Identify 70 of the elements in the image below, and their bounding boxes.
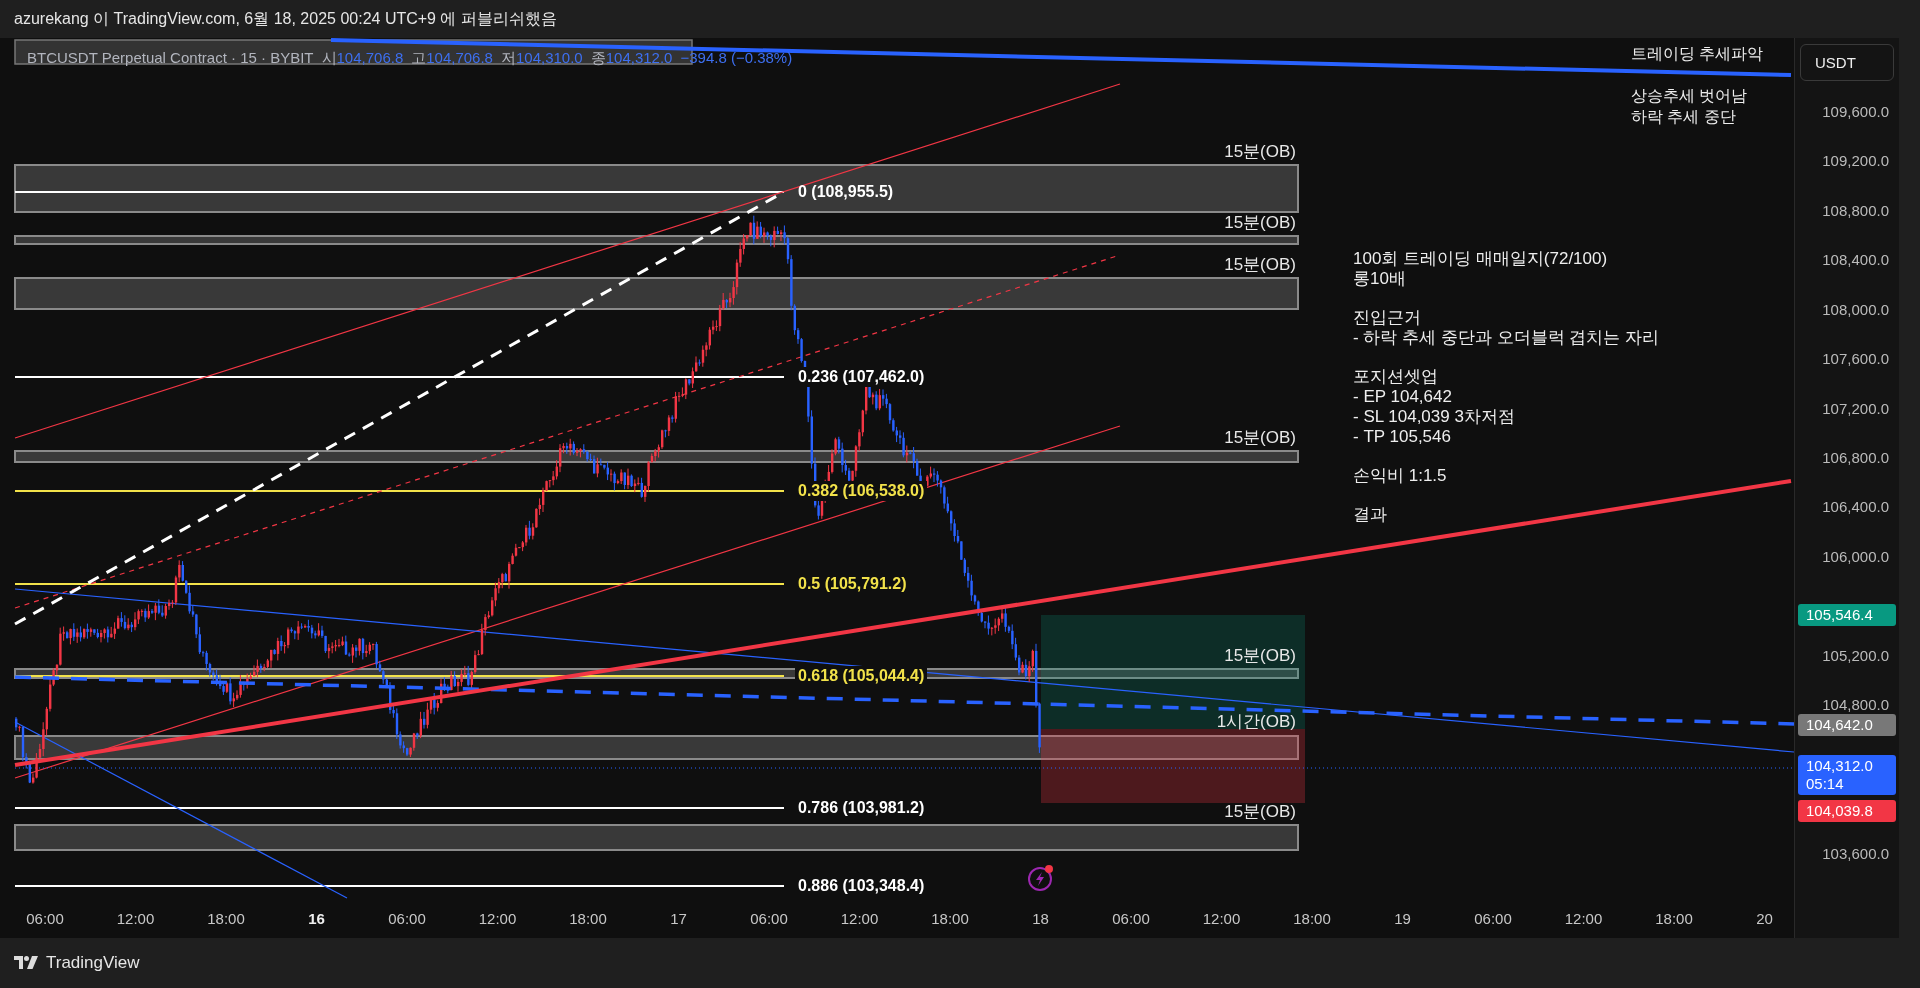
time-axis-label: 12:00 xyxy=(1202,910,1241,927)
time-axis-label: 06:00 xyxy=(1112,910,1150,927)
price-axis-label: 108,400.0 xyxy=(1822,251,1889,269)
order-block-label: 15분(OB) xyxy=(1224,141,1296,163)
time-axis-label: 12:00 xyxy=(840,910,879,927)
journal-note: 손익비 1:1.5 xyxy=(1353,466,1448,486)
order-block-label: 15분(OB) xyxy=(1224,645,1296,667)
journal-note: 진입근거 - 하락 추세 중단과 오더블럭 겹치는 자리 xyxy=(1353,308,1659,348)
price-axis-label: 106,800.0 xyxy=(1822,449,1889,466)
note-title: 트레이딩 추세파악 xyxy=(1631,44,1764,64)
time-axis-label: 20 xyxy=(1756,910,1773,927)
time-axis-label: 17 xyxy=(670,910,687,927)
journal-note: 결과 xyxy=(1353,505,1388,525)
note-text: 상승추세 벗어남 하락 추세 중단 xyxy=(1631,86,1749,127)
price-marker-value: 105,546.4 xyxy=(1806,606,1874,624)
ohlc-label: 저 xyxy=(500,49,516,68)
price-axis-label: 106,000.0 xyxy=(1822,547,1889,565)
symbol-title: BTCUSDT Perpetual Contract · 15 · BYBIT xyxy=(27,49,314,68)
price-axis-label: 106,400.0 xyxy=(1822,498,1889,516)
order-block-label: 15분(OB) xyxy=(1224,427,1296,449)
time-axis-label: 18:00 xyxy=(1293,910,1331,927)
currency-button[interactable]: USDT xyxy=(1800,44,1894,81)
time-axis-label: 12:00 xyxy=(478,910,517,927)
price-axis-label: 103,600.0 xyxy=(1822,844,1889,862)
ohlc-label: 고 xyxy=(411,49,427,68)
fib-level-label: 0 (108,955.5) xyxy=(797,182,895,203)
price-axis-label: 109,200.0 xyxy=(1822,152,1889,170)
lightning-alert-icon xyxy=(1027,864,1055,892)
journal-note: 100회 트레이딩 매매일지(72/100) 롱10배 xyxy=(1353,249,1609,289)
fib-level-label: 0.382 (106,538.0) xyxy=(795,481,928,502)
time-axis-label: 06:00 xyxy=(1474,910,1512,927)
time-axis-label: 12:00 xyxy=(116,910,155,927)
journal-note: 포지션셋업 - EP 104,642 - SL 104,039 3차저점 - TP 105,546 xyxy=(1353,367,1516,447)
order-block-label: 15분(OB) xyxy=(1224,212,1296,234)
ohlc-value: 104,706.8 xyxy=(336,49,404,68)
ohlc-label: 시 xyxy=(321,49,337,68)
time-axis-label: 12:00 xyxy=(1564,910,1603,927)
order-block-label: 15분(OB) xyxy=(1224,801,1296,823)
ohlc-value: 104,312.0 xyxy=(605,49,673,68)
time-axis-label: 18:00 xyxy=(931,910,969,927)
price-marker-value: 104,312.0 xyxy=(1806,757,1874,775)
time-axis-label: 06:00 xyxy=(26,910,64,927)
order-block-label: 1시간(OB) xyxy=(1216,711,1296,733)
order-block-label: 15분(OB) xyxy=(1224,254,1296,276)
time-axis-label: 18:00 xyxy=(1655,910,1693,927)
time-axis-label: 18:00 xyxy=(569,910,607,927)
brand-name: TradingView xyxy=(46,953,140,973)
price-axis-label: 105,200.0 xyxy=(1822,646,1889,664)
publisher-line: azurekang 이 TradingView.com, 6월 18, 2025 00:24 UTC+9 에 퍼블리쉬했음 xyxy=(14,8,557,29)
price-marker-value: 104,642.0 xyxy=(1806,716,1874,734)
time-axis-label: 06:00 xyxy=(750,910,788,927)
price-marker-value: 104,039.8 xyxy=(1806,802,1874,820)
tradingview-logo-icon xyxy=(14,956,38,970)
ohlc-label: 종 xyxy=(590,49,606,68)
price-axis-label: 108,800.0 xyxy=(1822,201,1889,219)
price-axis-label: 107,200.0 xyxy=(1822,399,1889,417)
time-axis-label: 19 xyxy=(1394,910,1411,927)
fib-level-label: 0.618 (105,044.4) xyxy=(795,666,928,687)
bar-countdown: 05:14 xyxy=(1806,775,1845,793)
price-change: −394.8 (−0.38%) xyxy=(680,49,793,68)
price-axis-label: 108,000.0 xyxy=(1822,300,1889,318)
time-axis-label: 06:00 xyxy=(388,910,426,927)
time-axis-label: 18:00 xyxy=(207,910,245,927)
price-axis-label: 107,600.0 xyxy=(1822,350,1889,368)
ohlc-value: 104,310.0 xyxy=(515,49,583,68)
ohlc-value: 104,706.8 xyxy=(426,49,493,68)
price-axis-label: 104,800.0 xyxy=(1822,696,1889,714)
price-axis-label: 109,600.0 xyxy=(1822,102,1889,120)
time-axis-label: 18 xyxy=(1032,910,1049,927)
time-axis-label: 16 xyxy=(308,910,325,927)
